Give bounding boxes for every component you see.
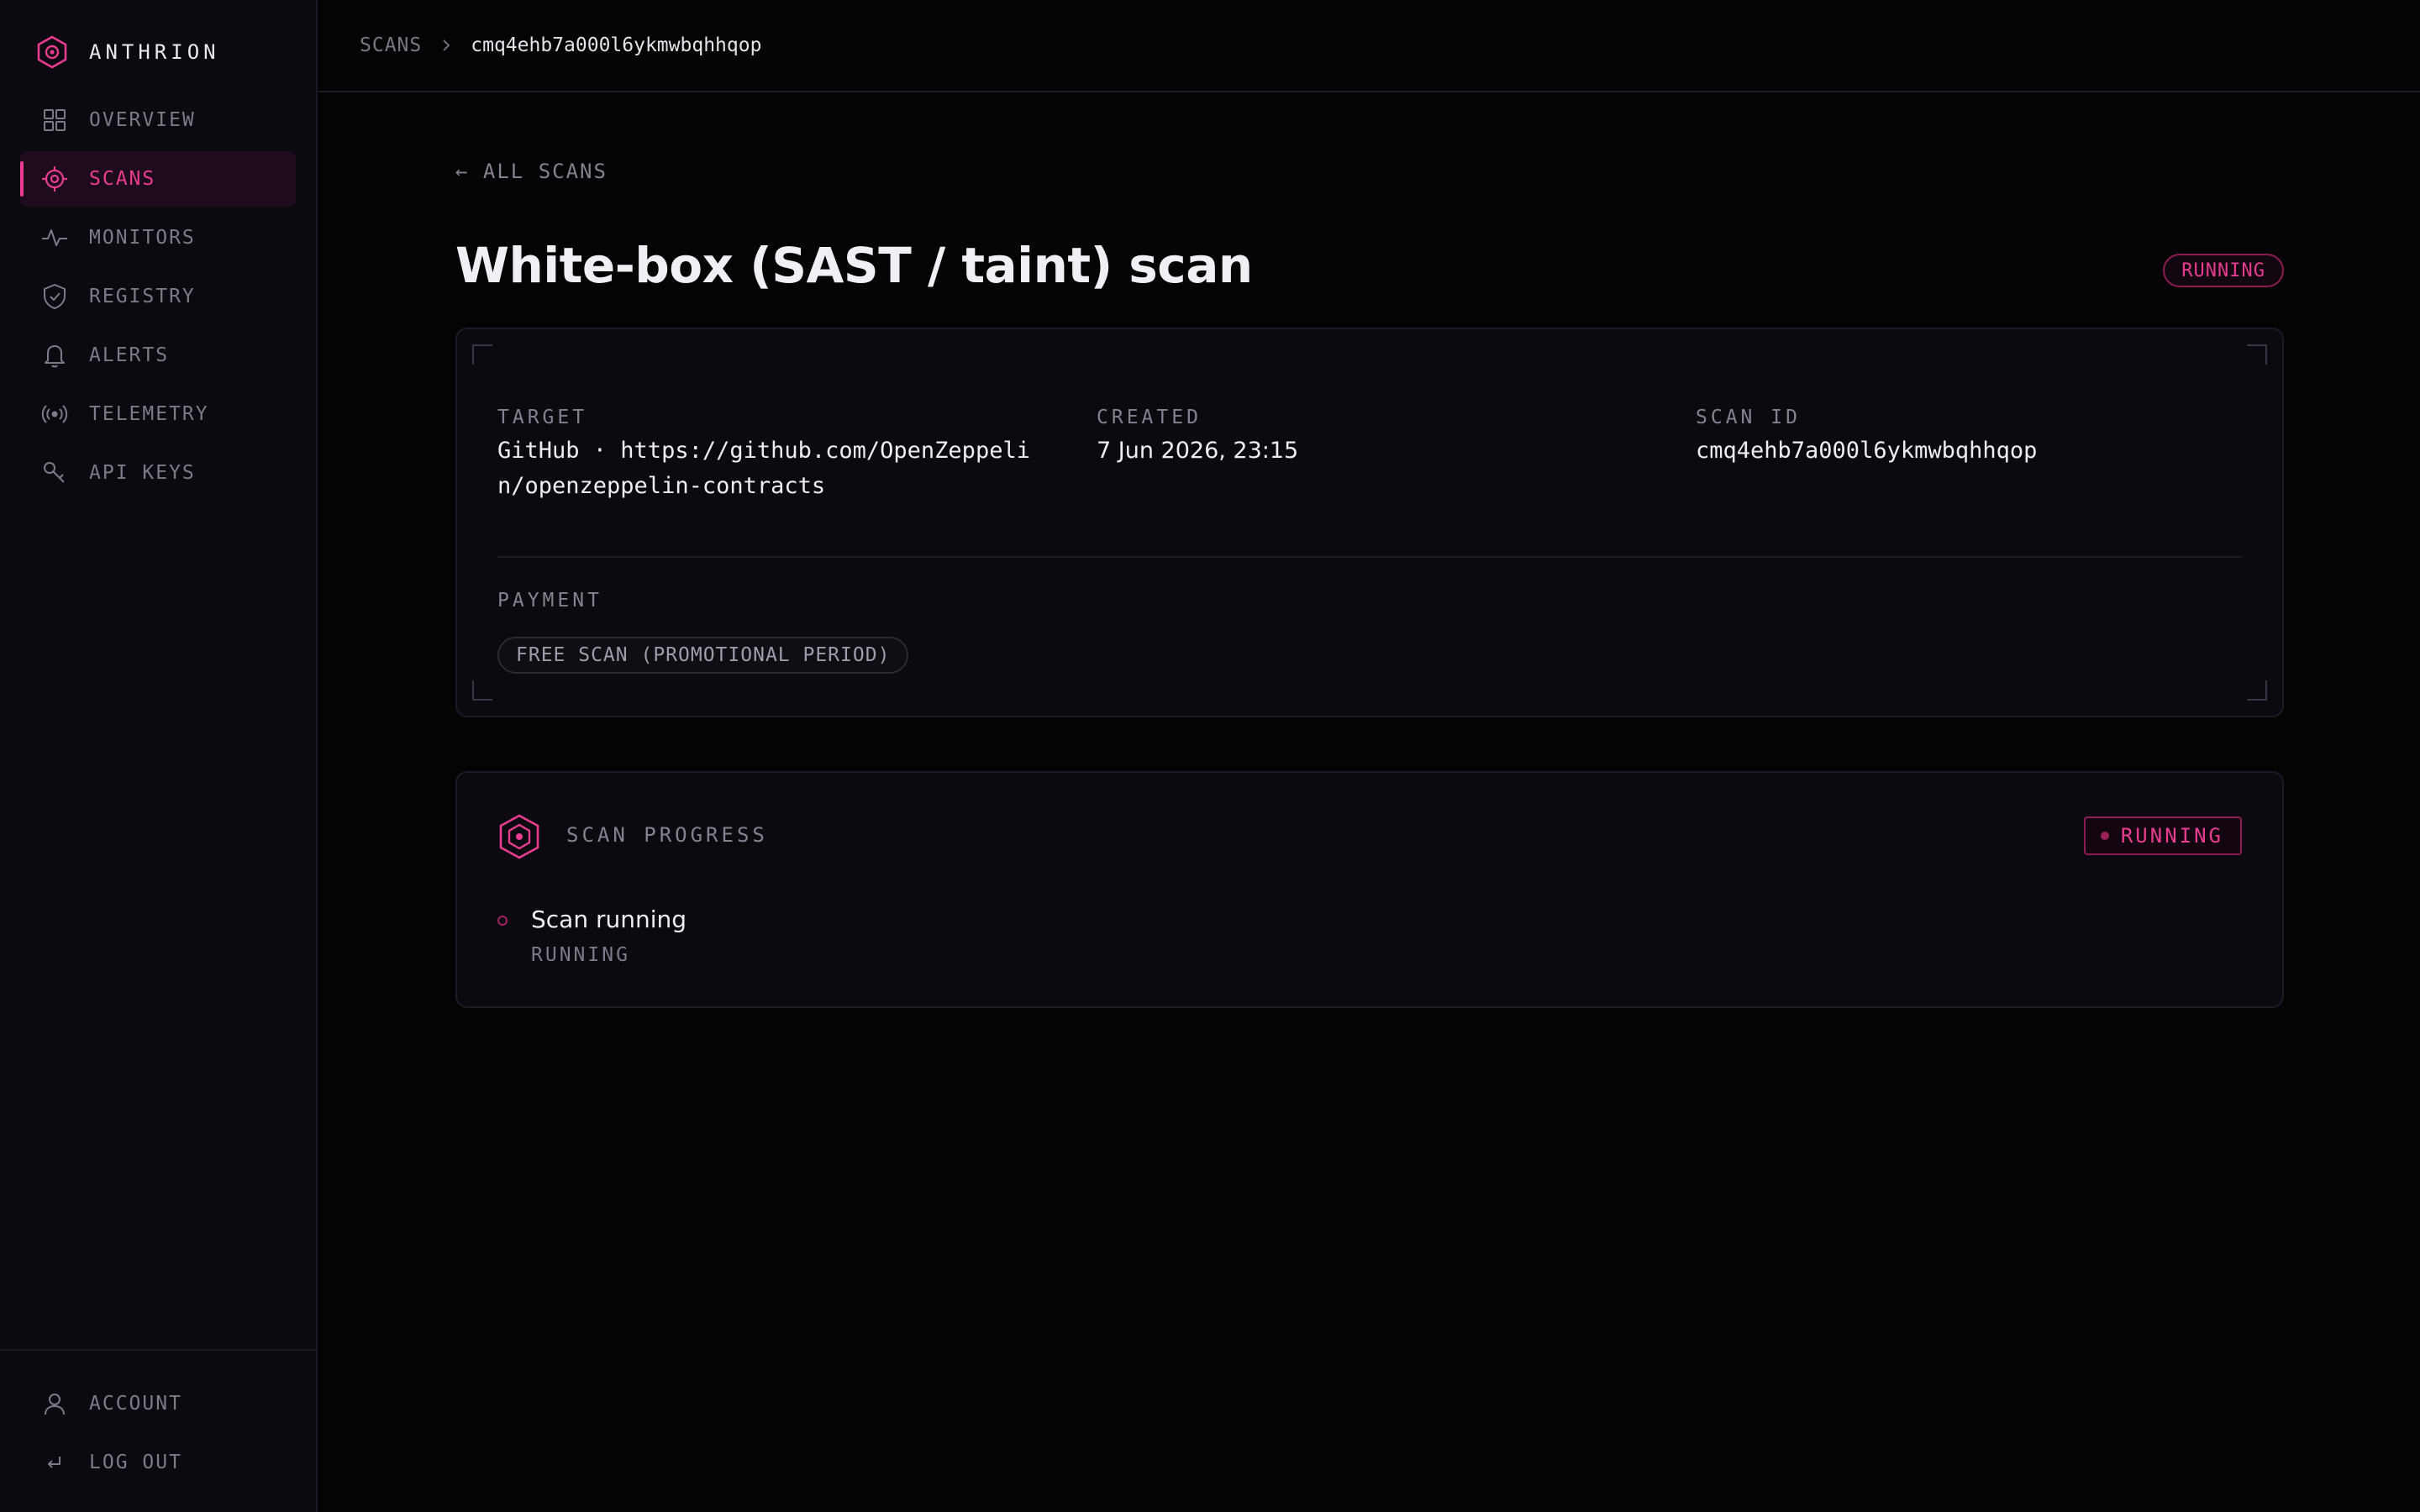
step-indicator-icon [497, 916, 508, 926]
sidebar-item-alerts[interactable]: ALERTS [20, 328, 296, 383]
user-icon [40, 1389, 69, 1418]
scan-progress-card: SCAN PROGRESS RUNNING Scan running RUNNI… [455, 771, 2284, 1008]
anthrion-logo-icon [35, 35, 69, 69]
key-icon [40, 459, 69, 487]
bell-icon [40, 341, 69, 370]
target-value-line: GitHub · https://github.com/OpenZeppeli [497, 438, 1030, 464]
payment-label: PAYMENT [497, 590, 602, 612]
sidebar-item-label: MONITORS [89, 227, 196, 249]
corner-mark [472, 680, 492, 701]
payment-badge: FREE SCAN (PROMOTIONAL PERIOD) [497, 637, 909, 674]
scan-info-card: TARGET GitHub · https://github.com/OpenZ… [455, 328, 2284, 717]
step-title: Scan running [531, 906, 687, 933]
sidebar-item-monitors[interactable]: MONITORS [20, 210, 296, 265]
target-value-line: n/openzeppelin-contracts [497, 473, 826, 499]
sidebar-item-account[interactable]: ACCOUNT [20, 1376, 296, 1431]
logout-icon [40, 1448, 69, 1477]
sidebar-item-api-keys[interactable]: API KEYS [20, 445, 296, 501]
scan-id-label: SCAN ID [1696, 407, 1801, 428]
divider [497, 556, 2242, 558]
broadcast-icon [40, 400, 69, 428]
sidebar-item-label: TELEMETRY [89, 403, 209, 425]
status-dot-icon [2100, 832, 2109, 840]
corner-mark [2247, 680, 2267, 701]
target-icon [40, 165, 69, 193]
grid-icon [40, 106, 69, 134]
sidebar-item-label: REGISTRY [89, 286, 196, 307]
sidebar-item-logout[interactable]: LOG OUT [20, 1435, 296, 1490]
sidebar-item-scans[interactable]: SCANS [20, 151, 296, 207]
chevron-right-icon [440, 37, 452, 54]
created-value: 7 Jun 2026, 23:15 [1097, 438, 1299, 464]
corner-mark [2247, 344, 2267, 365]
sidebar-item-telemetry[interactable]: TELEMETRY [20, 386, 296, 442]
sidebar-item-overview[interactable]: OVERVIEW [20, 92, 296, 148]
corner-mark [472, 344, 492, 365]
sidebar-item-label: ALERTS [89, 344, 170, 366]
progress-status-text: RUNNING [2120, 824, 2223, 848]
sidebar-nav: OVERVIEW SCANS MONITORS REGISTRY ALERTS … [0, 92, 316, 504]
target-label: TARGET [497, 407, 588, 428]
sidebar-item-label: API KEYS [89, 462, 196, 484]
shield-check-icon [40, 282, 69, 311]
step-status: RUNNING [531, 944, 630, 966]
brand[interactable]: ANTHRION [0, 27, 316, 77]
back-to-scans-link[interactable]: ← ALL SCANS [455, 160, 608, 183]
sidebar-bottom: ACCOUNT LOG OUT [0, 1349, 316, 1512]
breadcrumb-root-link[interactable]: SCANS [360, 34, 422, 56]
sidebar-item-label: OVERVIEW [89, 109, 196, 131]
target-value[interactable]: GitHub · https://github.com/OpenZeppeli … [497, 433, 1030, 504]
progress-title: SCAN PROGRESS [566, 823, 768, 847]
pulse-icon [40, 223, 69, 252]
scan-progress-icon [497, 813, 541, 860]
sidebar-item-label: SCANS [89, 168, 156, 190]
brand-name: ANTHRION [89, 40, 220, 64]
page-title: White-box (SAST / taint) scan [455, 237, 1253, 294]
main-content: SCANS cmq4ehb7a000l6ykmwbqhhqop ← ALL SC… [318, 0, 2420, 1512]
progress-status-badge: RUNNING [2083, 816, 2242, 855]
created-label: CREATED [1097, 407, 1202, 428]
status-badge: RUNNING [2163, 254, 2284, 287]
sidebar-item-registry[interactable]: REGISTRY [20, 269, 296, 324]
sidebar: ANTHRION OVERVIEW SCANS MONITORS REGISTR… [0, 0, 318, 1512]
breadcrumb-current: cmq4ehb7a000l6ykmwbqhhqop [471, 34, 762, 56]
sidebar-item-label: LOG OUT [89, 1452, 182, 1473]
scan-id-value: cmq4ehb7a000l6ykmwbqhhqop [1696, 438, 2038, 464]
sidebar-item-label: ACCOUNT [89, 1393, 182, 1415]
topbar: SCANS cmq4ehb7a000l6ykmwbqhhqop [318, 0, 2420, 92]
